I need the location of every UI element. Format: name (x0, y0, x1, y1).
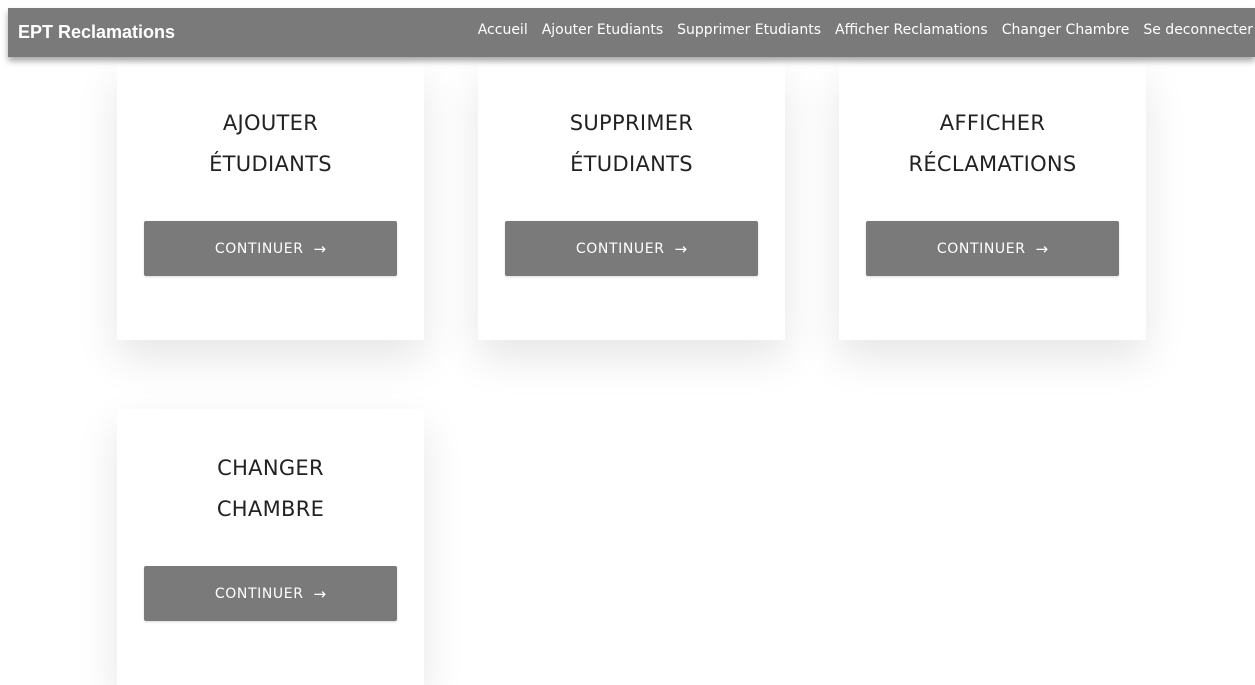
card-changer-chambre: CHANGER CHAMBRE CONTINUER → (117, 409, 424, 685)
card-title-line2: ÉTUDIANTS (209, 152, 332, 176)
card-ajouter-etudiants: AJOUTER ÉTUDIANTS CONTINUER → (117, 64, 424, 340)
card-title: SUPPRIMER ÉTUDIANTS (478, 103, 785, 185)
nav-link-ajouter-etudiants[interactable]: Ajouter Etudiants (542, 22, 663, 38)
nav-link-supprimer-etudiants[interactable]: Supprimer Etudiants (677, 22, 821, 38)
card-title-line2: ÉTUDIANTS (570, 152, 693, 176)
card-title-line1: AFFICHER (939, 111, 1046, 135)
right-arrow-icon: → (674, 239, 688, 258)
card-title-line1: CHANGER (217, 456, 324, 480)
right-arrow-icon: → (1035, 239, 1049, 258)
card-title: CHANGER CHAMBRE (117, 448, 424, 530)
nav-link-changer-chambre[interactable]: Changer Chambre (1002, 22, 1130, 38)
card-title-line1: AJOUTER (222, 111, 319, 135)
continue-button-label: CONTINUER (214, 585, 304, 602)
nav-link-afficher-reclamations[interactable]: Afficher Reclamations (835, 22, 988, 38)
card-title: AFFICHER RÉCLAMATIONS (839, 103, 1146, 185)
continue-button-changer[interactable]: CONTINUER → (144, 566, 397, 621)
nav-links: Accueil Ajouter Etudiants Supprimer Etud… (478, 22, 1253, 38)
continue-button-label: CONTINUER (214, 240, 304, 257)
brand-link[interactable]: EPT Reclamations (18, 22, 175, 43)
continue-button-supprimer[interactable]: CONTINUER → (505, 221, 758, 276)
card-title: AJOUTER ÉTUDIANTS (117, 103, 424, 185)
card-title-line1: SUPPRIMER (569, 111, 694, 135)
card-supprimer-etudiants: SUPPRIMER ÉTUDIANTS CONTINUER → (478, 64, 785, 340)
continue-button-label: CONTINUER (575, 240, 665, 257)
card-title-line2: RÉCLAMATIONS (908, 152, 1077, 176)
card-afficher-reclamations: AFFICHER RÉCLAMATIONS CONTINUER → (839, 64, 1146, 340)
right-arrow-icon: → (313, 584, 327, 603)
card-title-line2: CHAMBRE (216, 497, 325, 521)
continue-button-ajouter[interactable]: CONTINUER → (144, 221, 397, 276)
nav-link-accueil[interactable]: Accueil (478, 22, 528, 38)
continue-button-label: CONTINUER (936, 240, 1026, 257)
top-navbar: EPT Reclamations Accueil Ajouter Etudian… (8, 8, 1255, 57)
nav-link-se-deconnecter[interactable]: Se deconnecter (1143, 22, 1253, 38)
right-arrow-icon: → (313, 239, 327, 258)
continue-button-afficher[interactable]: CONTINUER → (866, 221, 1119, 276)
